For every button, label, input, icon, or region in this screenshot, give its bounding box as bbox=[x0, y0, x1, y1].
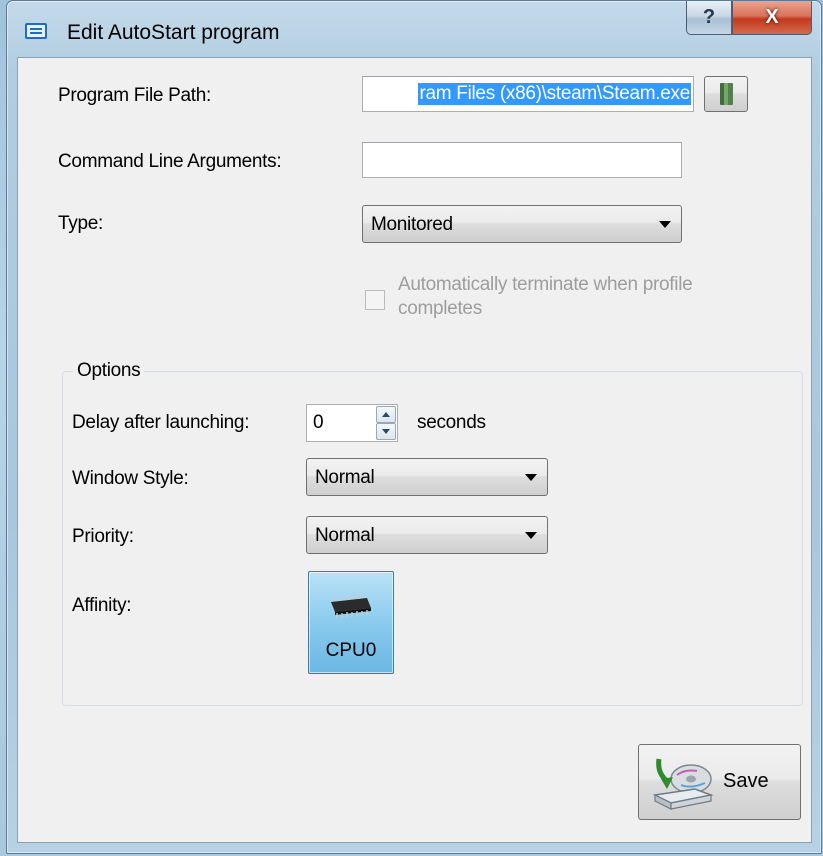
book-icon bbox=[720, 83, 733, 105]
chip-icon bbox=[331, 594, 371, 618]
command-args-input[interactable] bbox=[362, 142, 682, 178]
type-dropdown[interactable]: Monitored bbox=[362, 205, 682, 243]
window-style-value: Normal bbox=[315, 467, 375, 488]
type-label: Type: bbox=[58, 213, 103, 234]
spin-down-button[interactable] bbox=[376, 423, 396, 440]
close-button[interactable]: X bbox=[732, 1, 812, 35]
command-args-label: Command Line Arguments: bbox=[58, 151, 282, 172]
browse-button[interactable] bbox=[704, 76, 748, 112]
app-window-icon bbox=[25, 23, 47, 39]
program-path-label: Program File Path: bbox=[58, 85, 211, 106]
delay-label: Delay after launching: bbox=[72, 412, 250, 433]
auto-terminate-label: Automatically terminate when profile com… bbox=[398, 274, 693, 319]
delay-spinner[interactable]: 0 bbox=[306, 404, 398, 442]
affinity-label: Affinity: bbox=[72, 595, 132, 616]
priority-dropdown[interactable]: Normal bbox=[306, 516, 548, 554]
save-disk-icon bbox=[652, 758, 714, 810]
dialog-body: Program File Path: ram Files (x86)\steam… bbox=[17, 57, 812, 843]
auto-terminate-checkbox[interactable] bbox=[365, 290, 385, 310]
window-style-label: Window Style: bbox=[72, 468, 189, 489]
window-style-dropdown[interactable]: Normal bbox=[306, 458, 548, 496]
cpu0-toggle[interactable]: CPU0 bbox=[308, 571, 394, 674]
title-bar[interactable]: Edit AutoStart program ? X bbox=[7, 1, 821, 57]
help-button[interactable]: ? bbox=[686, 1, 732, 35]
chevron-down-icon bbox=[525, 532, 537, 539]
save-button[interactable]: Save bbox=[638, 744, 801, 820]
type-value: Monitored bbox=[371, 214, 453, 235]
program-path-value: ram Files (x86)\steam\Steam.exe bbox=[418, 83, 691, 105]
window-title: Edit AutoStart program bbox=[67, 21, 280, 44]
cpu0-label: CPU0 bbox=[325, 640, 377, 661]
delay-value: 0 bbox=[313, 412, 324, 433]
chevron-down-icon bbox=[525, 474, 537, 481]
spin-up-button[interactable] bbox=[376, 406, 396, 423]
options-group-title: Options bbox=[73, 360, 145, 382]
priority-value: Normal bbox=[315, 525, 375, 546]
edit-autostart-dialog: Edit AutoStart program ? X Program File … bbox=[6, 0, 822, 854]
delay-unit-label: seconds bbox=[417, 412, 486, 433]
program-path-input[interactable]: ram Files (x86)\steam\Steam.exe bbox=[362, 76, 694, 112]
priority-label: Priority: bbox=[72, 526, 134, 547]
save-label: Save bbox=[723, 770, 769, 792]
chevron-down-icon bbox=[659, 221, 671, 228]
